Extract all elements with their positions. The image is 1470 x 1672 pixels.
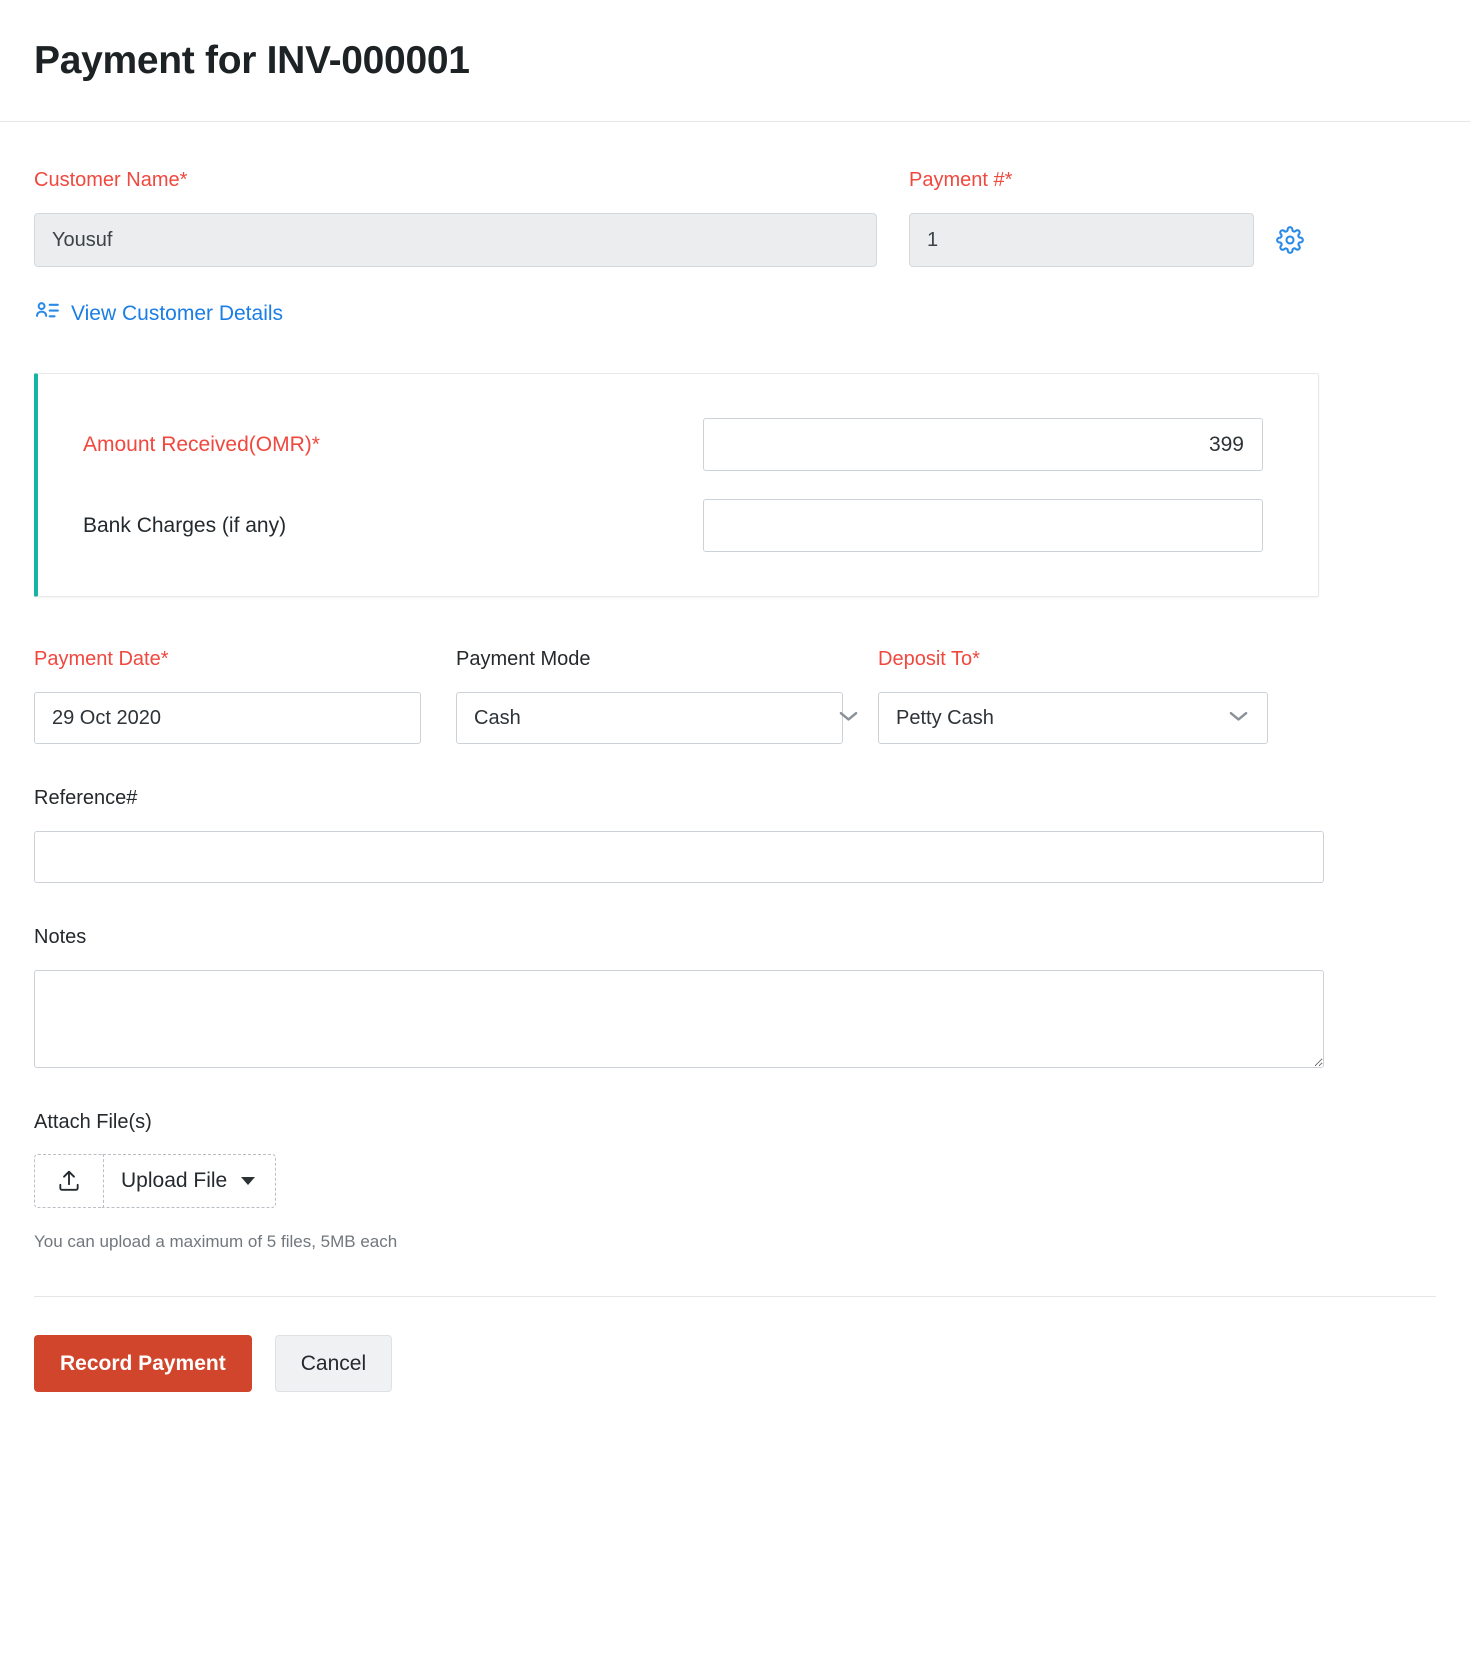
upload-file-label-box[interactable]: Upload File	[103, 1154, 276, 1208]
page-title: Payment for INV-000001	[34, 39, 470, 83]
upload-file-label: Upload File	[121, 1169, 227, 1193]
notes-field-group: Notes	[34, 927, 1436, 1068]
notes-textarea[interactable]	[34, 970, 1324, 1068]
deposit-to-select[interactable]	[878, 692, 1268, 744]
upload-icon-svg	[56, 1168, 82, 1194]
bank-charges-label: Bank Charges (if any)	[83, 514, 703, 538]
payment-date-label: Payment Date*	[34, 649, 456, 669]
amount-received-input[interactable]	[703, 418, 1263, 471]
attach-files-label: Attach File(s)	[34, 1112, 1436, 1132]
record-payment-button[interactable]: Record Payment	[34, 1335, 252, 1392]
deposit-to-label: Deposit To*	[878, 649, 1268, 669]
cancel-button[interactable]: Cancel	[275, 1335, 392, 1392]
view-customer-details-label: View Customer Details	[71, 302, 283, 326]
amount-panel: Amount Received(OMR)* Bank Charges (if a…	[34, 373, 1319, 597]
upload-hint-text: You can upload a maximum of 5 files, 5MB…	[34, 1232, 1436, 1252]
bank-charges-input[interactable]	[703, 499, 1263, 552]
amount-received-row: Amount Received(OMR)*	[83, 418, 1278, 471]
reference-input[interactable]	[34, 831, 1324, 883]
view-customer-details-link[interactable]: View Customer Details	[34, 298, 283, 329]
payment-mode-field-group: Payment Mode	[456, 649, 878, 744]
contact-card-icon-svg	[34, 298, 60, 324]
payment-form: Customer Name* Payment #*	[0, 122, 1470, 1392]
upload-file-button[interactable]: Upload File	[34, 1154, 276, 1208]
attachments-group: Attach File(s) Upload File You can uploa…	[34, 1112, 1436, 1252]
customer-name-field-group: Customer Name*	[34, 170, 877, 267]
payment-date-input[interactable]	[34, 692, 421, 744]
customer-name-label: Customer Name*	[34, 170, 877, 190]
payment-date-field-group: Payment Date*	[34, 649, 456, 744]
page-header: Payment for INV-000001	[0, 0, 1470, 122]
dropdown-caret-icon[interactable]	[241, 1177, 255, 1185]
amount-received-label: Amount Received(OMR)*	[83, 433, 703, 457]
notes-label: Notes	[34, 927, 1436, 947]
payment-number-label: Payment #*	[909, 170, 1304, 190]
gear-icon[interactable]	[1276, 224, 1304, 256]
customer-name-input[interactable]	[34, 213, 877, 267]
payment-details-row: Payment Date* Payment Mode Deposi	[34, 649, 1436, 744]
bank-charges-row: Bank Charges (if any)	[83, 499, 1278, 552]
reference-field-group: Reference#	[34, 788, 1436, 883]
deposit-to-field-group: Deposit To*	[878, 649, 1268, 744]
reference-label: Reference#	[34, 788, 1436, 808]
payment-mode-label: Payment Mode	[456, 649, 878, 669]
gear-icon-svg	[1276, 226, 1304, 254]
footer-actions: Record Payment Cancel	[34, 1335, 1436, 1392]
contact-card-icon	[34, 298, 60, 329]
payment-form-page: Payment for INV-000001 Customer Name* Pa…	[0, 0, 1470, 1672]
payment-number-input[interactable]	[909, 213, 1254, 267]
payment-mode-select[interactable]	[456, 692, 843, 744]
footer-divider	[34, 1296, 1436, 1297]
upload-icon[interactable]	[34, 1154, 103, 1208]
payment-number-field-group: Payment #*	[909, 170, 1304, 267]
customer-payment-row: Customer Name* Payment #*	[34, 122, 1436, 267]
